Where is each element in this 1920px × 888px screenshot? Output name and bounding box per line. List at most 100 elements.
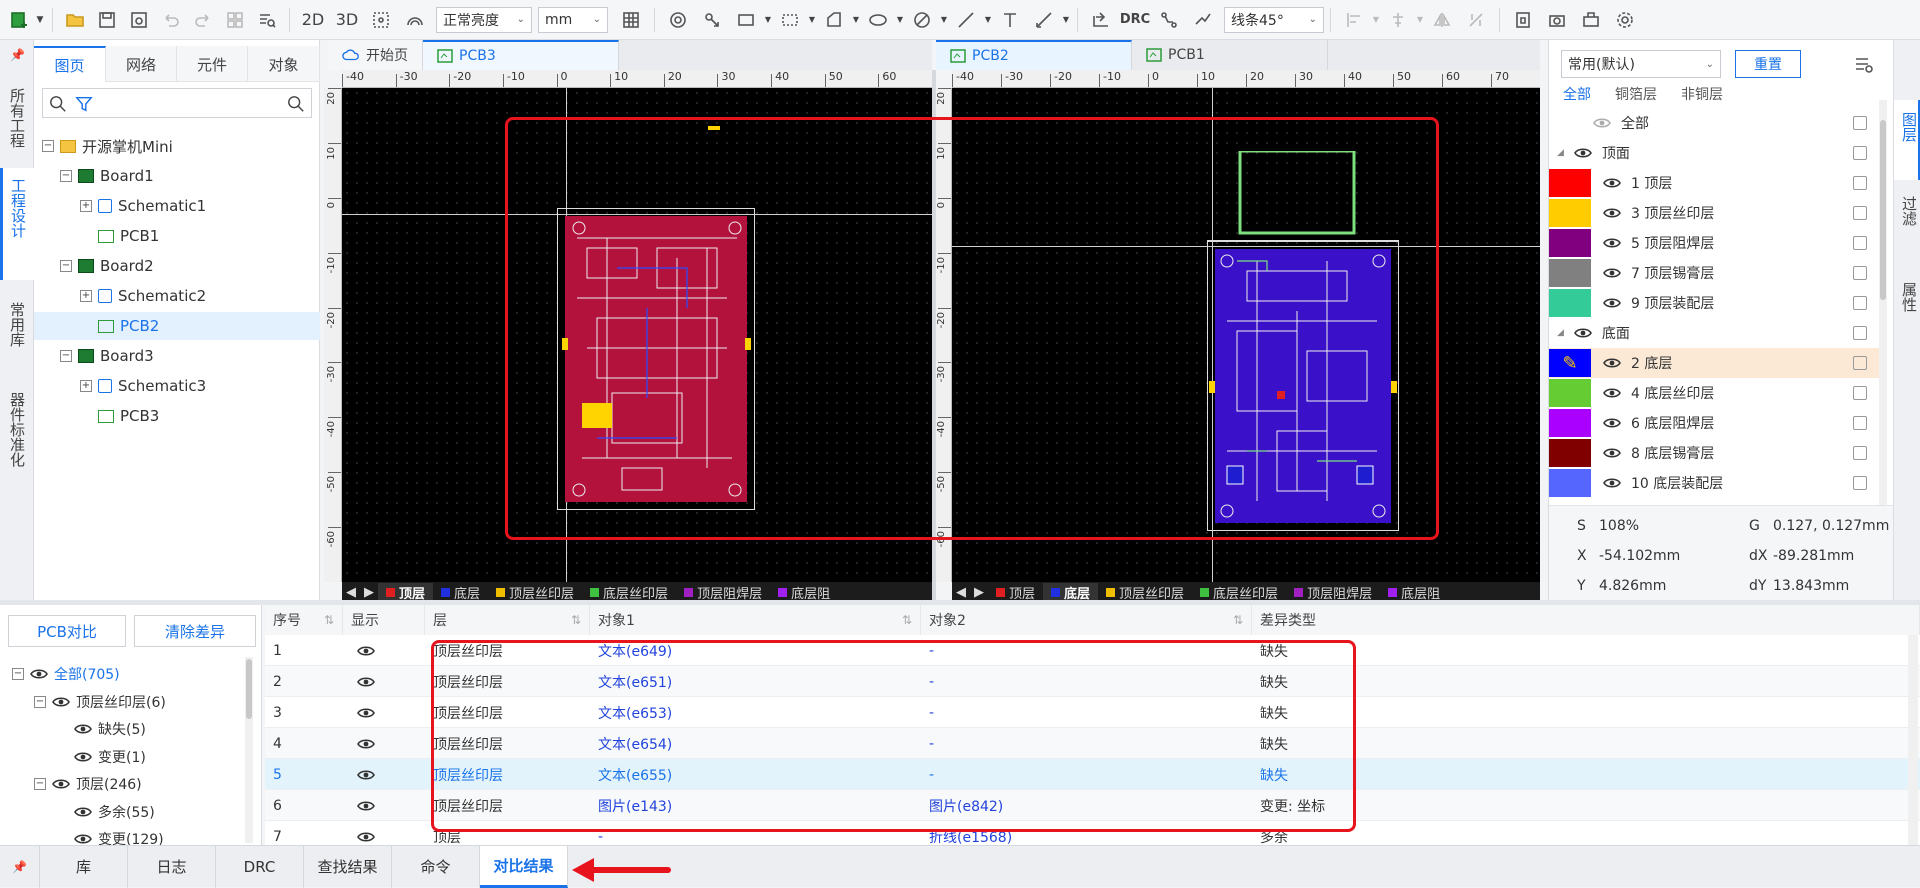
tab-library[interactable]: 库 bbox=[40, 845, 128, 888]
filter-all[interactable]: 全部 bbox=[1563, 84, 1591, 104]
eye-icon[interactable] bbox=[52, 696, 70, 708]
layer-row[interactable]: 9 顶层装配层 bbox=[1549, 288, 1879, 318]
layer-row[interactable]: 6 底层阻焊层 bbox=[1549, 408, 1879, 438]
layer-scrollbar[interactable] bbox=[1879, 100, 1887, 540]
sort-icon[interactable]: ⇅ bbox=[571, 613, 581, 627]
eye-icon[interactable] bbox=[1603, 207, 1621, 219]
layer-preset-select[interactable]: 常用(默认) ⌄ bbox=[1561, 50, 1721, 78]
collapse-icon[interactable]: − bbox=[60, 350, 72, 362]
collapse-icon[interactable]: − bbox=[60, 170, 72, 182]
layer-row[interactable]: 8 底层锡膏层 bbox=[1549, 438, 1879, 468]
tab-objects[interactable]: 对象 bbox=[248, 46, 320, 82]
rail-standardization[interactable]: 器件标准化 bbox=[7, 392, 28, 467]
via-icon[interactable] bbox=[695, 5, 729, 35]
layer-row[interactable]: 1 顶层 bbox=[1549, 168, 1879, 198]
chevron-down-icon[interactable]: ▼ bbox=[895, 5, 905, 35]
dimension-icon[interactable] bbox=[1027, 5, 1061, 35]
eye-icon[interactable] bbox=[52, 778, 70, 790]
chevron-down-icon[interactable]: ▼ bbox=[983, 5, 993, 35]
eye-icon[interactable] bbox=[74, 833, 92, 845]
tab-start-page[interactable]: 开始页 bbox=[328, 40, 423, 70]
unlock-icon[interactable] bbox=[1853, 446, 1867, 460]
grid-icon[interactable] bbox=[614, 5, 648, 35]
unlock-icon[interactable] bbox=[1853, 206, 1867, 220]
no-entry-icon[interactable] bbox=[905, 5, 939, 35]
diff-tree-scrollbar[interactable] bbox=[245, 657, 253, 843]
layer-bar-item[interactable]: 顶层 bbox=[988, 583, 1043, 602]
tab-components[interactable]: 元件 bbox=[177, 46, 248, 82]
tab-pcb2[interactable]: PCB2 bbox=[936, 40, 1132, 70]
eye-icon[interactable] bbox=[357, 769, 375, 781]
tree-schematic[interactable]: + Schematic2 bbox=[80, 282, 206, 310]
layer-row[interactable]: 7 顶层锡膏层 bbox=[1549, 258, 1879, 288]
unlock-icon[interactable] bbox=[1853, 416, 1867, 430]
route-angle-icon[interactable] bbox=[1186, 5, 1220, 35]
ellipse-icon[interactable] bbox=[861, 5, 895, 35]
layer-bar-item[interactable]: 底层丝印层 bbox=[1192, 583, 1286, 602]
chevron-down-icon[interactable]: ▼ bbox=[851, 5, 861, 35]
sort-icon[interactable]: ⇅ bbox=[1233, 613, 1243, 627]
cell-visible[interactable] bbox=[343, 759, 425, 790]
eye-icon[interactable] bbox=[1573, 327, 1592, 339]
layer-color-swatch[interactable] bbox=[1549, 439, 1591, 467]
expand-icon[interactable]: + bbox=[80, 290, 92, 302]
layer-row[interactable]: ◢ 顶面 bbox=[1549, 138, 1879, 168]
collapse-icon[interactable]: − bbox=[34, 695, 46, 708]
collapse-icon[interactable]: − bbox=[34, 778, 46, 790]
tab-drc[interactable]: DRC bbox=[216, 845, 304, 888]
tree-pcb[interactable]: PCB1 bbox=[34, 222, 320, 250]
clear-diff-button[interactable]: 清除差异 bbox=[134, 615, 256, 647]
collapse-icon[interactable]: − bbox=[60, 260, 72, 272]
tree-root[interactable]: − 开源掌机Mini bbox=[42, 132, 173, 160]
layer-bar-item[interactable]: 顶层丝印层 bbox=[488, 583, 582, 602]
layer-color-swatch[interactable] bbox=[1549, 379, 1591, 407]
layer-settings-icon[interactable] bbox=[1853, 54, 1875, 76]
eye-icon[interactable] bbox=[1603, 477, 1621, 489]
layer-row[interactable]: 5 顶层阻焊层 bbox=[1549, 228, 1879, 258]
diff-tree-node[interactable]: − 顶层丝印层(6) bbox=[0, 689, 245, 715]
chevron-down-icon[interactable]: ▼ bbox=[939, 5, 949, 35]
layer-bar-item[interactable]: 底层 bbox=[1043, 582, 1099, 602]
library-icon[interactable] bbox=[1506, 5, 1540, 35]
layer-row[interactable]: 全部 bbox=[1549, 108, 1879, 138]
flip-v-icon[interactable] bbox=[1459, 5, 1493, 35]
filter-non-copper[interactable]: 非铜层 bbox=[1681, 84, 1723, 104]
tree-board[interactable]: − Board1 bbox=[60, 162, 154, 190]
eye-icon[interactable] bbox=[1603, 357, 1621, 369]
eye-icon[interactable] bbox=[1603, 417, 1621, 429]
diff-table-scrollbar[interactable] bbox=[1908, 635, 1918, 845]
cell-visible[interactable] bbox=[343, 697, 425, 728]
eye-icon[interactable] bbox=[1603, 267, 1621, 279]
rail-all-projects[interactable]: 所有工程 bbox=[7, 88, 28, 148]
eye-icon[interactable] bbox=[30, 668, 48, 680]
eye-icon[interactable] bbox=[357, 645, 375, 657]
cell-visible[interactable] bbox=[343, 666, 425, 697]
layer-color-swatch[interactable] bbox=[1549, 229, 1591, 257]
diff-tree-node[interactable]: 变更(1) bbox=[0, 744, 245, 770]
layer-bar-item[interactable]: 顶层阻焊层 bbox=[676, 583, 770, 602]
collapse-caret-icon[interactable]: ◢ bbox=[1557, 148, 1564, 158]
export-icon[interactable] bbox=[1574, 5, 1608, 35]
find-list-icon[interactable] bbox=[251, 5, 283, 35]
sort-icon[interactable]: ⇅ bbox=[902, 613, 912, 627]
undo-icon[interactable] bbox=[155, 5, 187, 35]
eye-icon[interactable] bbox=[357, 707, 375, 719]
rail-project-design[interactable]: 工程设计 bbox=[8, 178, 29, 238]
tab-find-results[interactable]: 查找结果 bbox=[304, 845, 392, 888]
flip-h-icon[interactable] bbox=[1425, 5, 1459, 35]
tab-compare-results[interactable]: 对比结果 bbox=[480, 845, 568, 888]
line-angle-select[interactable]: 线条45° ⌄ bbox=[1224, 6, 1324, 33]
tab-nets[interactable]: 网络 bbox=[106, 46, 177, 82]
cell-visible[interactable] bbox=[343, 790, 425, 821]
layer-bar-item[interactable]: 顶层 bbox=[378, 582, 434, 602]
tree-search-box[interactable] bbox=[42, 88, 312, 118]
eye-icon[interactable] bbox=[1593, 117, 1611, 129]
column-header[interactable]: 层 ⇅ bbox=[425, 605, 590, 635]
expand-icon[interactable]: + bbox=[80, 380, 92, 392]
redo-icon[interactable] bbox=[187, 5, 219, 35]
diff-tree-node[interactable]: 缺失(5) bbox=[0, 716, 245, 742]
layer-color-swatch[interactable]: ✎ bbox=[1549, 349, 1591, 377]
pcb-compare-button[interactable]: PCB对比 bbox=[8, 615, 126, 647]
eye-icon[interactable] bbox=[357, 676, 375, 688]
unlock-icon[interactable] bbox=[1853, 146, 1867, 160]
